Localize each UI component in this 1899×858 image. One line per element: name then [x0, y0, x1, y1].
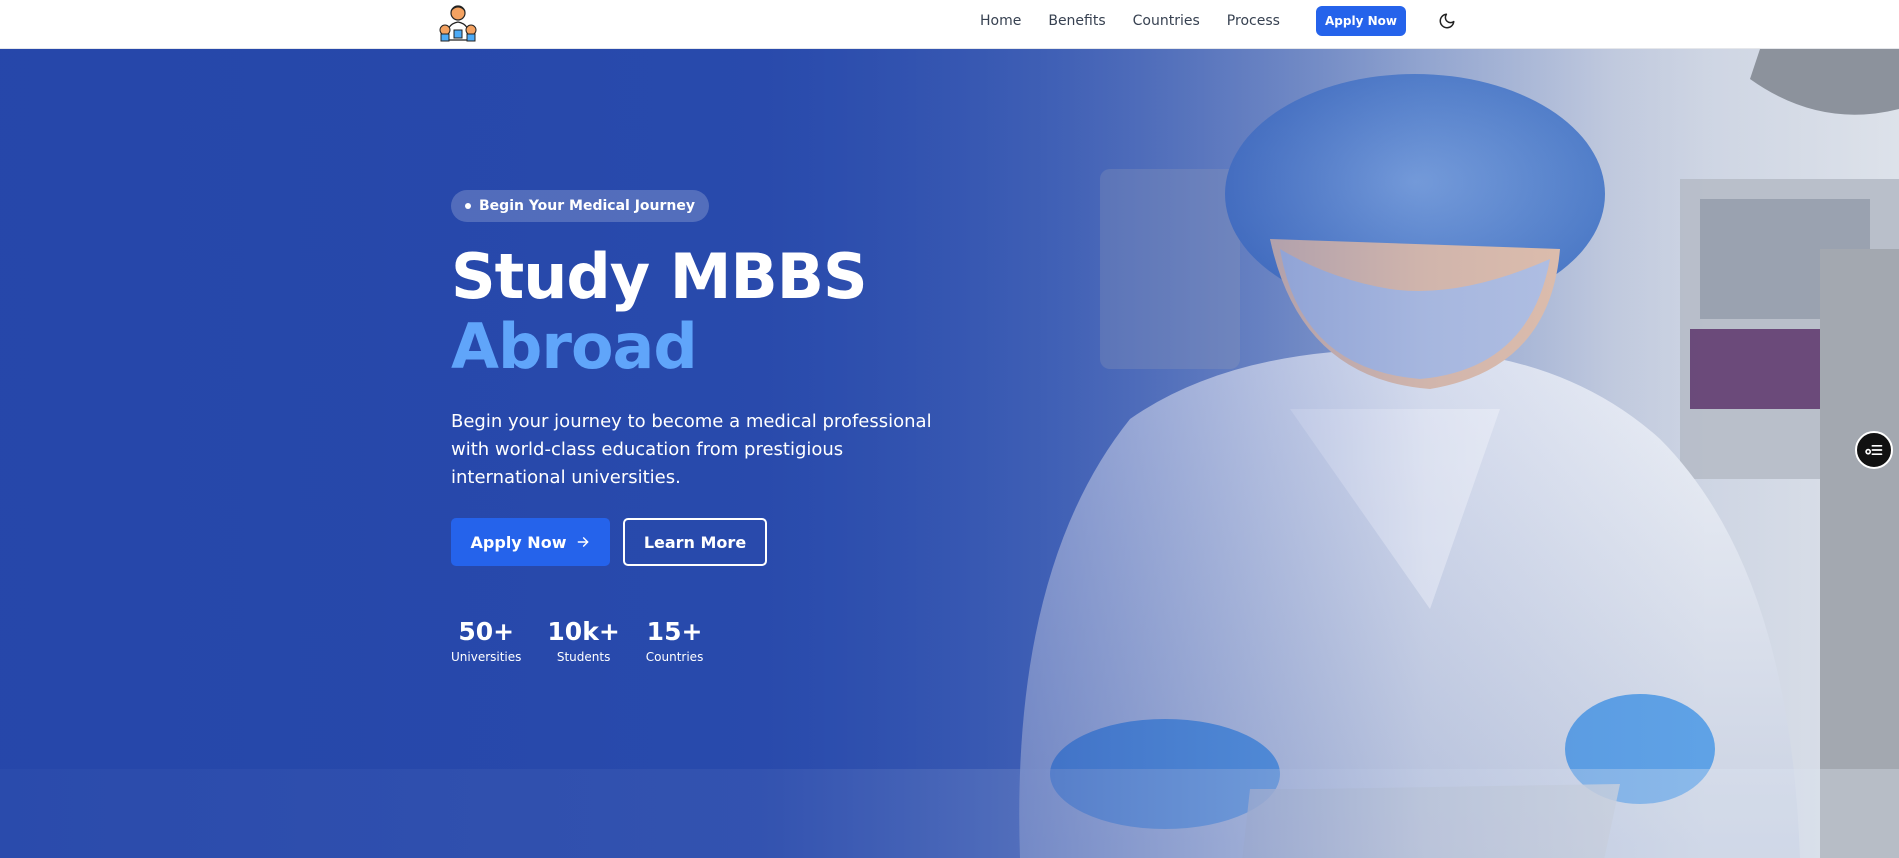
stat-value: 50+	[458, 617, 515, 646]
hero-section: Begin Your Medical Journey Study MBBS Ab…	[0, 49, 1899, 858]
stat-value: 10k+	[547, 617, 620, 646]
moon-icon[interactable]	[1438, 12, 1456, 30]
stat-label: Universities	[451, 650, 522, 664]
doctor-mascot-logo-icon[interactable]	[436, 0, 480, 44]
top-navbar: Home Benefits Countries Process Apply No…	[0, 0, 1899, 49]
accessibility-menu-icon[interactable]	[1855, 431, 1893, 469]
hero-description: Begin your journey to become a medical p…	[451, 411, 932, 488]
arrow-right-icon	[578, 537, 589, 547]
hero-badge: Begin Your Medical Journey	[451, 190, 709, 222]
stat-universities: 50+ Universities	[451, 617, 521, 665]
stat-countries: 15+ Countries	[646, 617, 704, 665]
hero-title-line1: Study MBBS	[451, 240, 868, 313]
nav-link-benefits[interactable]: Benefits	[1048, 13, 1105, 29]
hero-title-line2: Abroad	[451, 310, 698, 383]
nav-link-process[interactable]: Process	[1227, 13, 1280, 29]
stat-students: 10k+ Students	[547, 617, 619, 665]
badge-dot-icon	[465, 203, 471, 209]
learn-more-button[interactable]: Learn More	[623, 518, 767, 566]
stat-label: Students	[556, 650, 611, 664]
hero-stats: 50+ Universities 10k+ Students 15+ Count…	[451, 617, 703, 665]
apply-now-button[interactable]: Apply Now	[451, 518, 610, 566]
stat-value: 15+	[646, 617, 703, 646]
nav-link-home[interactable]: Home	[980, 13, 1021, 29]
nav-link-countries[interactable]: Countries	[1133, 13, 1200, 29]
stat-label: Countries	[645, 650, 704, 664]
nav-apply-button[interactable]: Apply Now	[1316, 6, 1406, 36]
apply-now-label: Apply Now	[470, 532, 567, 552]
badge-text: Begin Your Medical Journey	[479, 198, 695, 214]
main-nav: Home Benefits Countries Process	[980, 0, 1280, 42]
